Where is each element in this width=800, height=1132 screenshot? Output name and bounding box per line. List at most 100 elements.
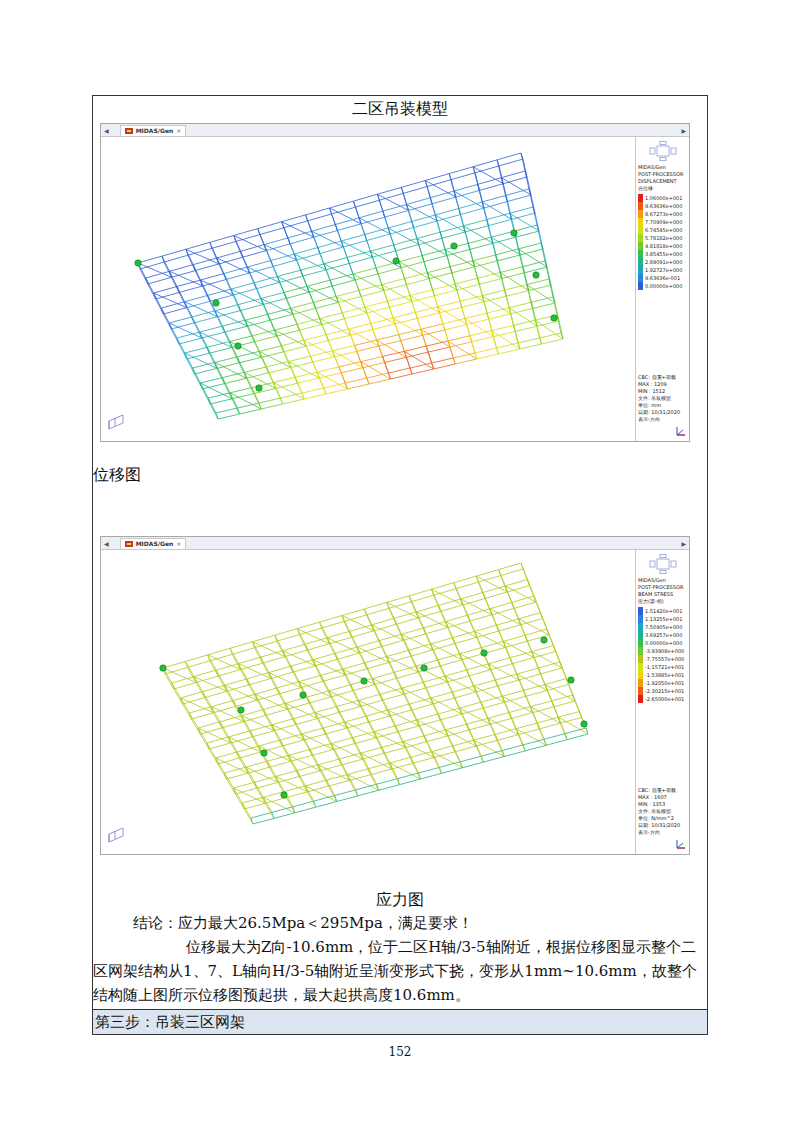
mesh-member	[240, 311, 247, 327]
mesh-member	[255, 648, 263, 663]
mesh-member	[185, 655, 207, 662]
mesh-member	[278, 270, 301, 276]
mesh-member	[230, 648, 238, 663]
mesh-member	[497, 735, 518, 741]
mesh-member	[252, 336, 259, 352]
mesh-member	[188, 255, 195, 270]
mesh-member	[440, 714, 461, 720]
view-cube-icon[interactable]	[648, 141, 678, 161]
mesh-member	[227, 773, 248, 779]
mesh-member	[263, 298, 286, 304]
mesh-member	[403, 634, 425, 640]
mesh-member	[454, 692, 476, 698]
mesh-member	[267, 761, 276, 776]
mesh-member	[522, 261, 545, 267]
mesh-member	[402, 688, 433, 704]
mesh-member	[315, 659, 337, 665]
mesh-member	[379, 193, 403, 200]
mesh-member	[342, 759, 363, 765]
mesh-member	[558, 712, 579, 718]
mesh-member	[381, 647, 389, 663]
mesh-member	[344, 313, 367, 319]
mesh-member	[186, 249, 193, 264]
mesh-member	[365, 656, 387, 662]
mesh-member	[515, 326, 537, 331]
mesh-member	[275, 324, 298, 330]
mesh-member	[203, 685, 225, 691]
mesh-member	[492, 615, 499, 631]
mesh-member	[529, 291, 533, 309]
mesh-member	[337, 224, 361, 231]
scroll-right-button[interactable]: ▶	[678, 127, 689, 134]
mesh-member	[467, 724, 474, 740]
mesh-member	[294, 719, 302, 734]
mesh-member	[269, 767, 278, 782]
mesh-member	[390, 228, 413, 235]
mesh-member	[274, 382, 305, 399]
mesh-member	[361, 217, 385, 224]
mesh-member	[291, 666, 299, 681]
scroll-right-button[interactable]: ▶	[678, 540, 689, 547]
mesh-member	[203, 692, 212, 707]
mesh-member	[217, 363, 239, 369]
mesh-member	[282, 740, 304, 746]
mesh-member	[342, 616, 374, 631]
mesh-member	[355, 340, 377, 345]
mesh-member	[312, 755, 320, 770]
mesh-member	[489, 664, 519, 680]
mesh-member	[366, 716, 374, 732]
view-tab[interactable]: MIDAS/Gen×	[120, 538, 187, 549]
mesh-member	[526, 690, 547, 696]
mesh-member	[171, 323, 194, 329]
mesh-member	[344, 615, 366, 622]
mesh-member	[544, 734, 565, 740]
mesh-member	[521, 153, 525, 171]
mesh-member	[463, 605, 470, 621]
mesh-member	[252, 382, 274, 387]
legend-header: 合位移	[638, 185, 653, 192]
mesh-member	[494, 331, 516, 336]
mesh-member	[200, 332, 232, 347]
mesh-member	[416, 660, 438, 666]
mesh-member	[340, 759, 348, 774]
mesh-member	[505, 647, 512, 663]
mesh-member	[488, 712, 509, 718]
mesh-member	[187, 359, 195, 374]
mesh-member	[497, 686, 504, 702]
mesh-member	[384, 291, 390, 308]
mesh-member	[426, 628, 448, 634]
mesh-member	[404, 688, 426, 694]
scroll-left-button[interactable]: ◀	[101, 127, 112, 134]
mesh-member	[224, 274, 231, 290]
mesh-member	[289, 356, 311, 361]
mesh-member	[394, 612, 416, 618]
mesh-member	[359, 694, 381, 700]
mesh-member	[165, 674, 174, 689]
mesh-member	[351, 335, 357, 351]
mesh-member	[434, 752, 455, 758]
mesh-member	[200, 728, 222, 734]
tab-close-button[interactable]: ×	[176, 127, 181, 134]
mesh-member	[516, 723, 537, 729]
mesh-member	[448, 621, 470, 627]
mesh-member	[490, 724, 497, 740]
view-tab[interactable]: MIDAS/Gen×	[120, 125, 187, 136]
tab-close-button[interactable]: ×	[176, 540, 181, 547]
model-view[interactable]	[101, 137, 635, 441]
mesh-member	[339, 362, 361, 367]
mesh-member	[189, 713, 198, 728]
mesh-member	[244, 809, 253, 824]
mesh-member	[489, 219, 512, 225]
mesh-member	[299, 777, 307, 792]
mesh-member	[367, 313, 373, 330]
mesh-member	[328, 341, 334, 357]
mesh-member	[428, 352, 433, 369]
mesh-member	[297, 378, 319, 383]
mesh-member	[320, 765, 341, 771]
mesh-member	[438, 654, 460, 660]
scroll-left-button[interactable]: ◀	[101, 540, 112, 547]
model-view[interactable]	[101, 550, 635, 854]
mesh-member	[314, 796, 335, 802]
mesh-member	[297, 622, 319, 629]
mesh-member	[507, 592, 514, 608]
